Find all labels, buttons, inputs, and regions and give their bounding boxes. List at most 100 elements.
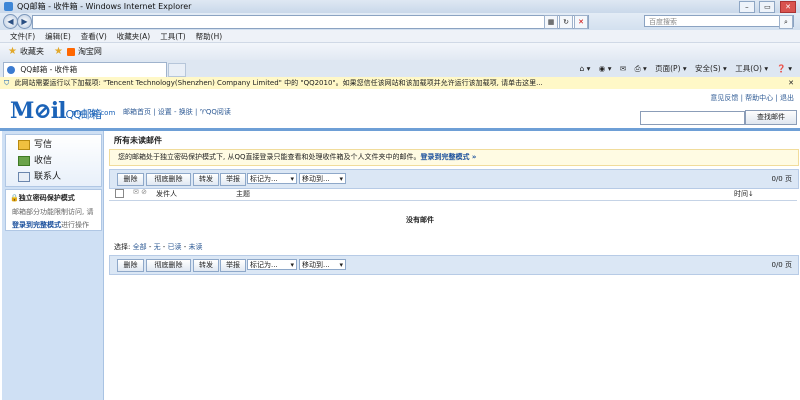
select-all-link[interactable]: 全部 — [133, 243, 147, 251]
col-sender[interactable]: 发件人 — [156, 189, 177, 199]
pager-bottom: 0/0 页 — [771, 261, 793, 269]
mail-icon[interactable]: ✉ — [620, 64, 626, 73]
taobao-icon — [66, 47, 75, 56]
tab-title: QQ邮箱 - 收件箱 — [20, 65, 78, 74]
compose-icon — [18, 139, 30, 150]
sidebar-item-compose[interactable]: 写信 — [18, 137, 52, 150]
sidebar-item-inbox[interactable]: 收信 — [18, 153, 52, 166]
infobar-close-icon[interactable]: ✕ — [788, 77, 794, 89]
logo-domain: mail.qq.com — [72, 109, 116, 117]
info-shield-icon: ⛉ — [4, 79, 10, 87]
add-favorite-icon[interactable]: ★ — [54, 46, 63, 57]
report-button[interactable]: 举报 — [220, 259, 246, 272]
select-label: 选择: — [114, 243, 131, 251]
delete-button[interactable]: 删除 — [117, 259, 144, 272]
security-tail: 进行操作 — [61, 221, 89, 229]
forward-button[interactable]: 转发 — [193, 173, 219, 186]
pager-top: 0/0 页 — [771, 175, 793, 183]
home-icon[interactable]: ⌂ ▾ — [579, 64, 590, 73]
security-login-link[interactable]: 登录到完整模式 — [12, 221, 61, 229]
mail-nav-links[interactable]: 邮箱首页 | 设置 - 换肤 | ♈QQ阅读 — [123, 107, 231, 117]
mail-search-input[interactable] — [640, 111, 745, 125]
report-button[interactable]: 举报 — [220, 173, 246, 186]
tab-row: QQ邮箱 - 收件箱 ⌂ ▾ ◉ ▾ ✉ ⎙ ▾ 页面(P) ▾ 安全(S) ▾… — [0, 60, 800, 78]
tab-qqmail[interactable]: QQ邮箱 - 收件箱 — [3, 62, 167, 77]
address-row: ◀ ▶ ▦ ↻ ✕ 百度搜索 ⌕ — [0, 13, 800, 30]
menu-favorites[interactable]: 收藏夹(A) — [117, 31, 150, 42]
mark-as-select[interactable]: 标记为... ▾ — [247, 173, 297, 184]
refresh-icon[interactable]: ↻ — [559, 15, 573, 29]
safety-menu[interactable]: 安全(S) ▾ — [695, 64, 727, 73]
minimize-button[interactable]: – — [738, 1, 755, 13]
help-menu[interactable]: ❓ ▾ — [777, 64, 793, 73]
inbox-icon — [18, 155, 30, 166]
chevron-down-icon: ▾ — [290, 261, 294, 269]
menu-help[interactable]: 帮助(H) — [196, 31, 223, 42]
search-mail-button[interactable]: 查找邮件 — [745, 110, 797, 125]
perm-delete-button[interactable]: 彻底删除 — [146, 259, 191, 272]
ie-logo-icon — [4, 2, 13, 11]
select-unread-link[interactable]: 未读 — [189, 243, 203, 251]
close-button[interactable]: ✕ — [780, 1, 796, 13]
menu-bar: 文件(F) 编辑(E) 查看(V) 收藏夹(A) 工具(T) 帮助(H) — [0, 30, 800, 43]
tools-menu[interactable]: 工具(O) ▾ — [735, 64, 768, 73]
folder-title: 所有未读邮件 — [114, 136, 162, 145]
search-input[interactable]: 百度搜索 — [644, 15, 794, 27]
mail-toolbar-top: 删除 彻底删除 转发 举报 标记为... ▾ 移动到... ▾ 0/0 页 — [109, 169, 799, 189]
chevron-down-icon: ▾ — [339, 261, 343, 269]
select-row: 选择: 全部 - 无 - 已读 - 未读 — [114, 243, 203, 251]
notice-login-link[interactable]: 登录到完整模式 » — [420, 153, 476, 161]
menu-tools[interactable]: 工具(T) — [160, 31, 185, 42]
forward-button[interactable]: ▶ — [17, 14, 32, 29]
select-all-checkbox[interactable] — [115, 189, 124, 198]
print-icon[interactable]: ⎙ ▾ — [635, 64, 647, 73]
address-field[interactable]: ▦ ↻ ✕ — [32, 15, 589, 29]
sidebar: 写信 收信 联系人 🔒独立密码保护模式 邮箱部分功能限制访问, 请 登录到完整模… — [2, 131, 104, 400]
perm-delete-button[interactable]: 彻底删除 — [146, 173, 191, 186]
chevron-down-icon: ▾ — [290, 175, 294, 183]
new-tab-button[interactable] — [168, 63, 186, 77]
move-to-select[interactable]: 移动到... ▾ — [299, 173, 346, 184]
page-menu[interactable]: 页面(P) ▾ — [655, 64, 687, 73]
favorites-bar: ★ 收藏夹 ★ 淘宝网 — [0, 43, 800, 61]
empty-message: 没有邮件 — [406, 216, 434, 224]
delete-button[interactable]: 删除 — [117, 173, 144, 186]
sidebar-actions: 写信 收信 联系人 — [5, 134, 102, 187]
search-go-icon[interactable]: ⌕ — [779, 15, 793, 29]
menu-file[interactable]: 文件(F) — [10, 31, 35, 42]
window-title-bar: QQ邮箱 - 收件箱 - Windows Internet Explorer –… — [0, 0, 800, 14]
feeds-icon[interactable]: ◉ ▾ — [599, 64, 612, 73]
menu-edit[interactable]: 编辑(E) — [45, 31, 71, 42]
security-notice: 您的邮箱处于独立密码保护模式下, 从QQ直接登录只能查看和处理收件箱及个人文件夹… — [109, 149, 799, 166]
security-mode-box: 🔒独立密码保护模式 邮箱部分功能限制访问, 请 登录到完整模式进行操作 — [5, 189, 102, 231]
col-subject[interactable]: 主题 — [236, 189, 250, 199]
move-to-select[interactable]: 移动到... ▾ — [299, 259, 346, 270]
col-time[interactable]: 时间↓ — [734, 189, 754, 199]
select-read-link[interactable]: 已读 — [168, 243, 182, 251]
back-button[interactable]: ◀ — [3, 14, 18, 29]
mail-header: M⊘ilQQ邮箱 mail.qq.com 邮箱首页 | 设置 - 换肤 | ♈Q… — [0, 89, 800, 129]
qq-tab-icon — [7, 66, 15, 74]
security-title: 独立密码保护模式 — [18, 194, 75, 202]
favorites-button[interactable]: 收藏夹 — [20, 46, 44, 57]
forward-button[interactable]: 转发 — [193, 259, 219, 272]
top-links[interactable]: 意见反馈 | 帮助中心 | 退出 — [710, 93, 794, 103]
mark-as-select[interactable]: 标记为... ▾ — [247, 259, 297, 270]
mail-table-header: ✉ ⊘ 发件人 主题 时间↓ — [109, 187, 797, 201]
logo-text: M⊘il — [10, 98, 67, 124]
infobar-text: 此网站需要运行以下加载项: "Tencent Technology(Shenzh… — [14, 79, 543, 87]
favorite-item-taobao[interactable]: 淘宝网 — [78, 46, 102, 57]
sidebar-item-contacts[interactable]: 联系人 — [18, 169, 61, 182]
lock-icon: 🔒 — [10, 194, 19, 202]
security-desc: 邮箱部分功能限制访问, 请 — [12, 208, 94, 216]
select-none-link[interactable]: 无 — [154, 243, 161, 251]
favorites-star-icon: ★ — [8, 46, 17, 57]
compatibility-icon[interactable]: ▦ — [544, 15, 558, 29]
notice-text: 您的邮箱处于独立密码保护模式下, 从QQ直接登录只能查看和处理收件箱及个人文件夹… — [118, 153, 421, 161]
stop-icon[interactable]: ✕ — [574, 15, 588, 29]
chevron-down-icon: ▾ — [339, 175, 343, 183]
maximize-button[interactable]: ▭ — [759, 1, 776, 13]
mail-status-icon: ✉ ⊘ — [133, 188, 147, 196]
mail-main: 所有未读邮件 您的邮箱处于独立密码保护模式下, 从QQ直接登录只能查看和处理收件… — [106, 131, 799, 400]
menu-view[interactable]: 查看(V) — [81, 31, 107, 42]
